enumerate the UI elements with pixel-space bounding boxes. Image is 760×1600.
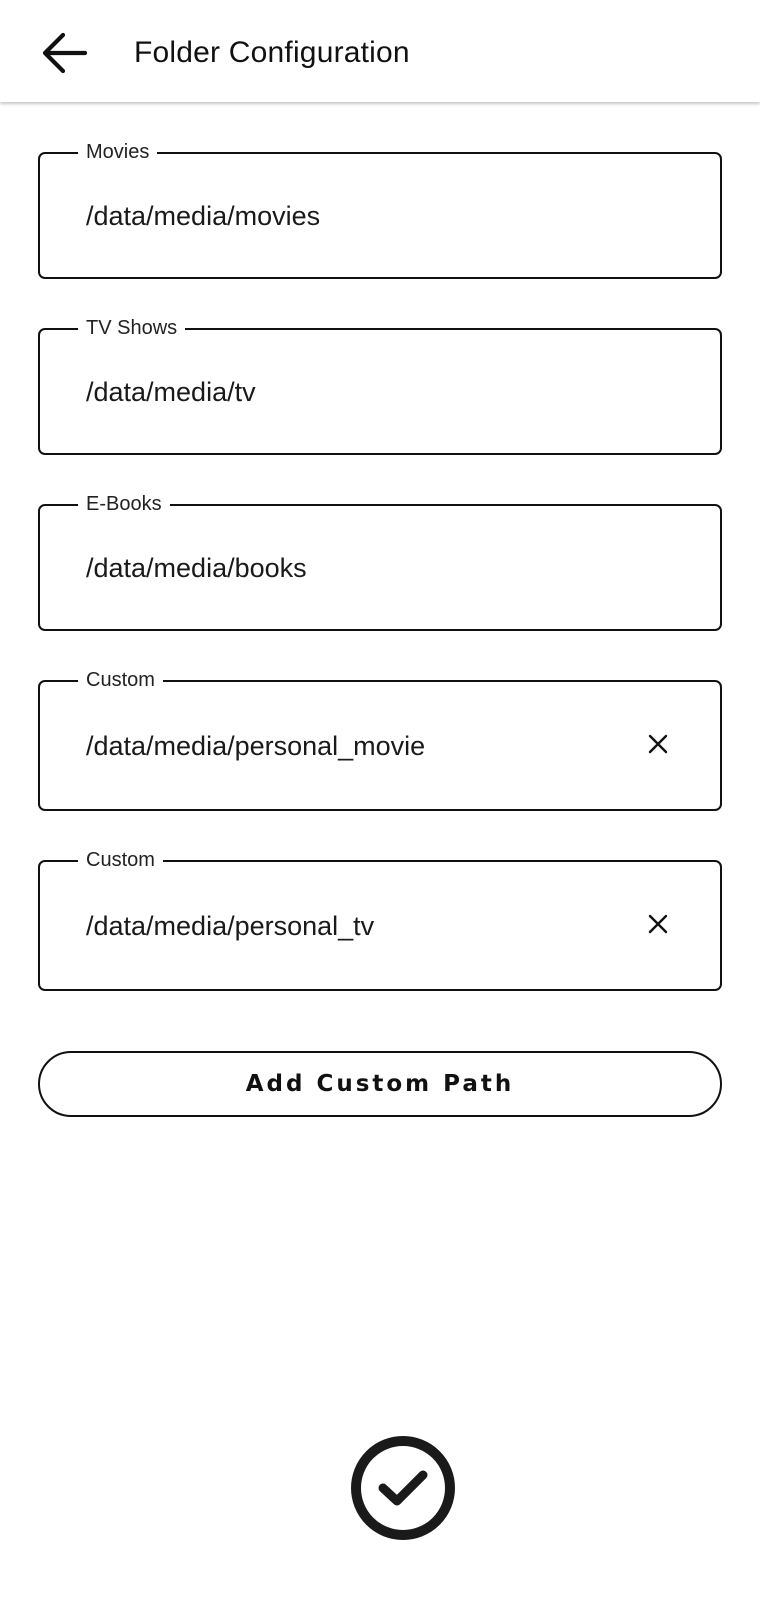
page-title: Folder Configuration — [134, 36, 410, 69]
field-label: TV Shows — [78, 315, 186, 341]
movies-path-input[interactable] — [86, 199, 606, 233]
add-custom-path-button[interactable]: Add Custom Path — [38, 1051, 722, 1117]
clear-button[interactable] — [638, 724, 678, 764]
field-label: Custom — [78, 847, 163, 873]
confirm-button[interactable] — [350, 1435, 456, 1541]
tv-shows-path-field[interactable]: TV Shows — [38, 315, 722, 455]
custom-path-input[interactable] — [86, 729, 606, 763]
add-custom-path-label: Add Custom Path — [245, 1071, 515, 1097]
custom-path-field[interactable]: Custom — [38, 847, 722, 991]
clear-button[interactable] — [638, 904, 678, 944]
ebooks-path-field[interactable]: E-Books — [38, 491, 722, 631]
tv-shows-path-input[interactable] — [86, 375, 606, 409]
close-icon — [648, 914, 668, 934]
close-icon — [648, 734, 668, 754]
field-label: Custom — [78, 667, 163, 693]
app-bar: Folder Configuration — [0, 0, 760, 102]
arrow-left-icon — [42, 32, 87, 74]
custom-path-field[interactable]: Custom — [38, 667, 722, 811]
movies-path-field[interactable]: Movies — [38, 139, 722, 279]
field-label: E-Books — [78, 491, 170, 517]
check-circle-icon — [351, 1436, 455, 1540]
custom-path-input[interactable] — [86, 909, 606, 943]
ebooks-path-input[interactable] — [86, 551, 606, 585]
back-button[interactable] — [36, 26, 92, 80]
field-label: Movies — [78, 139, 158, 165]
